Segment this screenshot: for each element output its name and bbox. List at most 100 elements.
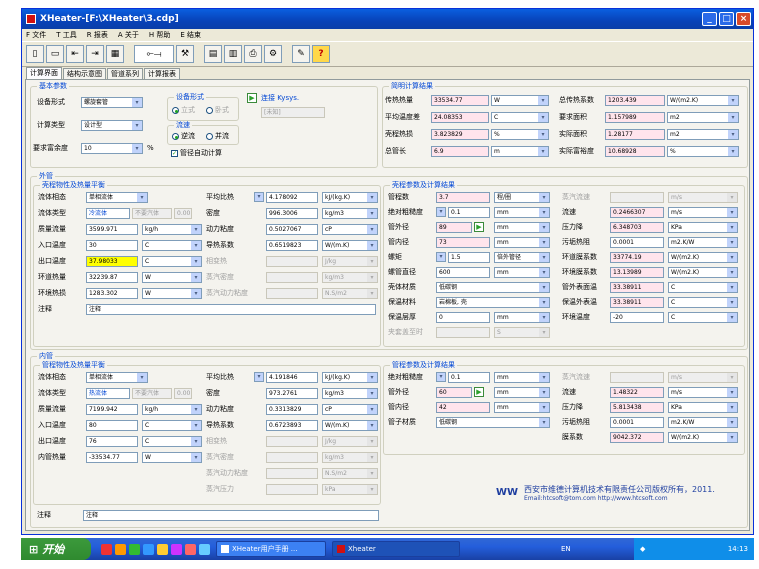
struct-value-field[interactable]: 9042.372 xyxy=(610,432,664,443)
prop-unit-select[interactable]: kJ/(kg.K) ▾ xyxy=(322,192,378,203)
prop-value-field[interactable]: 973.2761 xyxy=(266,388,318,399)
prop-unit-select[interactable]: cP ▾ xyxy=(322,224,378,235)
prop-unit-select[interactable]: N.S/m2 ▾ xyxy=(322,288,378,299)
export-icon[interactable]: ⇥ xyxy=(86,45,104,63)
struct-value-field[interactable]: 5.813438 xyxy=(610,402,664,413)
table-icon[interactable]: ▦ xyxy=(106,45,124,63)
fluid-type-field[interactable]: 热流体 xyxy=(86,388,130,399)
prop-value-field[interactable]: 4.178092 xyxy=(266,192,318,203)
prop-value-field[interactable]: 32239.87 xyxy=(86,272,138,283)
prop-unit-select[interactable]: cP ▾ xyxy=(322,404,378,415)
struct-unit-select[interactable]: mm ▾ xyxy=(494,387,550,398)
prop-unit-select[interactable]: kg/h ▾ xyxy=(142,224,202,235)
result-unit-select[interactable]: W ▾ xyxy=(491,95,549,106)
prop-value-field[interactable]: 0.3313829 xyxy=(266,404,318,415)
struct-value-field[interactable]: 0 xyxy=(436,312,490,323)
struct-unit-select[interactable]: KPa ▾ xyxy=(668,402,738,413)
prop-value-field[interactable]: 996.3006 xyxy=(266,208,318,219)
struct-unit-select[interactable]: C ▾ xyxy=(668,312,738,323)
struct-value-field[interactable]: 33.38911 xyxy=(610,297,664,308)
struct-value-field[interactable]: 13.13989 xyxy=(610,267,664,278)
tab-calculation[interactable]: 计算界面 xyxy=(26,67,62,79)
radio-vertical[interactable]: 立式 xyxy=(172,106,195,115)
prop-unit-select[interactable]: N.S/m2 ▾ xyxy=(322,468,378,479)
struct-unit-select[interactable]: mm ▾ xyxy=(494,372,550,383)
prop-unit-select[interactable]: C ▾ xyxy=(142,240,202,251)
struct-value-field[interactable]: 1.5 xyxy=(448,252,490,263)
result-unit-select[interactable]: C ▾ xyxy=(491,112,549,123)
menu-exit[interactable]: E 结束 xyxy=(180,30,201,40)
struct-unit-select[interactable]: W/(m2.K) ▾ xyxy=(668,267,738,278)
prop-unit-select[interactable]: C ▾ xyxy=(142,420,202,431)
radio-parallel[interactable]: 并流 xyxy=(206,132,229,141)
prop-unit-select[interactable]: C ▾ xyxy=(142,436,202,447)
fluid-type-field[interactable]: 冷流体 xyxy=(86,208,130,219)
title-bar[interactable]: XHeater-[F:\XHeater\3.cdp] _ □ × xyxy=(22,9,753,29)
help-icon[interactable]: ? xyxy=(312,45,330,63)
material-select[interactable]: 低碳钢 ▾ xyxy=(436,282,550,293)
open-folder-icon[interactable]: ▭ xyxy=(46,45,64,63)
struct-unit-select[interactable]: C ▾ xyxy=(668,297,738,308)
struct-unit-select[interactable]: m2.K/W ▾ xyxy=(668,417,738,428)
struct-unit-select[interactable]: 程/圈 ▾ xyxy=(494,192,550,203)
inner-comment-field[interactable]: 注释 xyxy=(83,510,379,521)
prop-unit-select[interactable]: kg/m3 ▾ xyxy=(322,272,378,283)
result-unit-select[interactable]: W/(m2.K) ▾ xyxy=(667,95,739,106)
menu-tools[interactable]: T 工具 xyxy=(56,30,77,40)
minimize-button[interactable]: _ xyxy=(702,12,717,26)
result-unit-select[interactable]: % ▾ xyxy=(491,129,549,140)
prop-unit-select[interactable]: J/kg ▾ xyxy=(322,256,378,267)
prop-unit-select[interactable]: C ▾ xyxy=(142,256,202,267)
dropdown-icon[interactable]: ▾ xyxy=(436,252,446,262)
dropdown-icon[interactable]: ▾ xyxy=(254,192,264,202)
radio-horizontal[interactable]: 卧式 xyxy=(206,106,229,115)
struct-unit-select[interactable]: mm ▾ xyxy=(494,237,550,248)
ime-indicator[interactable]: EN xyxy=(561,545,571,553)
struct-value-field[interactable]: 42 xyxy=(436,402,490,413)
tab-structure[interactable]: 结构示意图 xyxy=(63,68,106,79)
equip-select[interactable]: 螺旋套管 ▾ xyxy=(81,97,143,108)
margin-select[interactable]: 10 ▾ xyxy=(81,143,143,154)
struct-value-field[interactable]: 3.7 xyxy=(436,192,490,203)
link-label[interactable]: 连接 Kysys. xyxy=(261,93,299,103)
struct-value-field[interactable]: 0.1 xyxy=(448,372,490,383)
quicklaunch-icon[interactable] xyxy=(143,543,154,555)
preview-icon[interactable]: ▥ xyxy=(224,45,242,63)
quicklaunch-icon[interactable] xyxy=(157,543,168,555)
play-icon[interactable]: ▶ xyxy=(474,222,484,232)
struct-unit-select[interactable]: 倍外管径 ▾ xyxy=(494,252,550,263)
menu-report[interactable]: R 报表 xyxy=(87,30,108,40)
struct-unit-select[interactable]: mm ▾ xyxy=(494,222,550,233)
task-user-manual[interactable]: XHeater用户手册 ... xyxy=(216,541,326,557)
prop-unit-select[interactable]: W ▾ xyxy=(142,288,202,299)
struct-unit-select[interactable]: W/(m2.K) ▾ xyxy=(668,252,738,263)
result-unit-select[interactable]: % ▾ xyxy=(667,146,739,157)
struct-unit-select[interactable]: m/s ▾ xyxy=(668,192,738,203)
print-icon[interactable]: ⎙ xyxy=(244,45,262,63)
prop-value-field[interactable]: 37.98033 xyxy=(86,256,138,267)
struct-value-field[interactable]: 33774.19 xyxy=(610,252,664,263)
struct-value-field[interactable]: -20 xyxy=(610,312,664,323)
prop-unit-select[interactable]: kg/h ▾ xyxy=(142,404,202,415)
prop-value-field[interactable]: 4.191846 xyxy=(266,372,318,383)
result-unit-select[interactable]: m2 ▾ xyxy=(667,129,739,140)
prop-unit-select[interactable]: J/kg ▾ xyxy=(322,436,378,447)
auto-diameter-checkbox[interactable]: ✓ 管径自动计算 xyxy=(171,149,222,158)
material-select[interactable]: 岩棉板, 壳 ▾ xyxy=(436,297,550,308)
struct-unit-select[interactable]: m/s ▾ xyxy=(668,207,738,218)
maximize-button[interactable]: □ xyxy=(719,12,734,26)
prop-unit-select[interactable]: kJ/(kg.K) ▾ xyxy=(322,372,378,383)
prop-unit-select[interactable]: kg/m3 ▾ xyxy=(322,452,378,463)
struct-value-field[interactable]: 6.348703 xyxy=(610,222,664,233)
prop-value-field[interactable]: 0.6519823 xyxy=(266,240,318,251)
phase-select[interactable]: 单相流体 ▾ xyxy=(86,192,148,203)
task-xheater[interactable]: Xheater xyxy=(332,541,460,557)
struct-unit-select[interactable]: C ▾ xyxy=(668,282,738,293)
quicklaunch-icon[interactable] xyxy=(185,543,196,555)
prop-unit-select[interactable]: W/(m.K) ▾ xyxy=(322,420,378,431)
radio-counterflow[interactable]: 逆流 xyxy=(172,132,195,141)
report-icon[interactable]: ▤ xyxy=(204,45,222,63)
struct-unit-select[interactable]: mm ▾ xyxy=(494,267,550,278)
tab-pipe-series[interactable]: 管道系列 xyxy=(107,68,143,79)
struct-unit-select[interactable]: W/(m2.K) ▾ xyxy=(668,432,738,443)
